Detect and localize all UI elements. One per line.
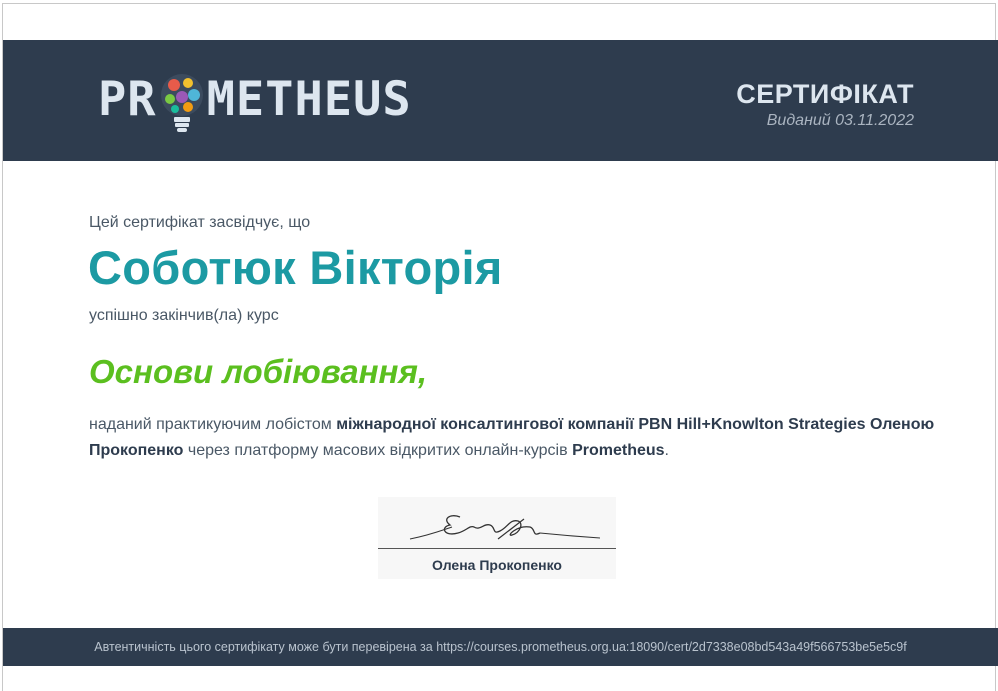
lightbulb-icon bbox=[160, 74, 203, 132]
desc-part-2: через платформу масових відкритих онлайн… bbox=[183, 442, 573, 459]
completed-text: успішно закінчив(ла) курс bbox=[89, 307, 279, 324]
desc-bold-2: Prometheus bbox=[572, 442, 665, 459]
signer-name: Олена Прокопенко bbox=[432, 557, 562, 573]
recipient-name: Соботюк Вікторія bbox=[88, 241, 503, 294]
verification-footer: Автентичність цього сертифікату може бут… bbox=[3, 628, 998, 666]
course-title: Основи лобіювання, bbox=[89, 353, 428, 390]
handwritten-signature bbox=[409, 515, 600, 540]
logo-text-left: PR bbox=[98, 72, 157, 127]
desc-part-3: . bbox=[664, 442, 669, 459]
verification-text: Автентичність цього сертифікату може бут… bbox=[94, 640, 907, 654]
course-description: наданий практикуючим лобістом міжнародно… bbox=[89, 412, 989, 464]
signature-line bbox=[378, 548, 616, 549]
certifies-text: Цей сертифікат засвідчує, що bbox=[89, 214, 311, 231]
logo-text-right: METHEUS bbox=[206, 72, 412, 127]
desc-part-1: наданий практикуючим лобістом bbox=[89, 416, 337, 433]
certificate-title: СЕРТИФІКАТ bbox=[736, 79, 914, 109]
prometheus-logo: PR METHEUS bbox=[98, 72, 412, 132]
issue-date: Виданий 03.11.2022 bbox=[766, 112, 914, 129]
